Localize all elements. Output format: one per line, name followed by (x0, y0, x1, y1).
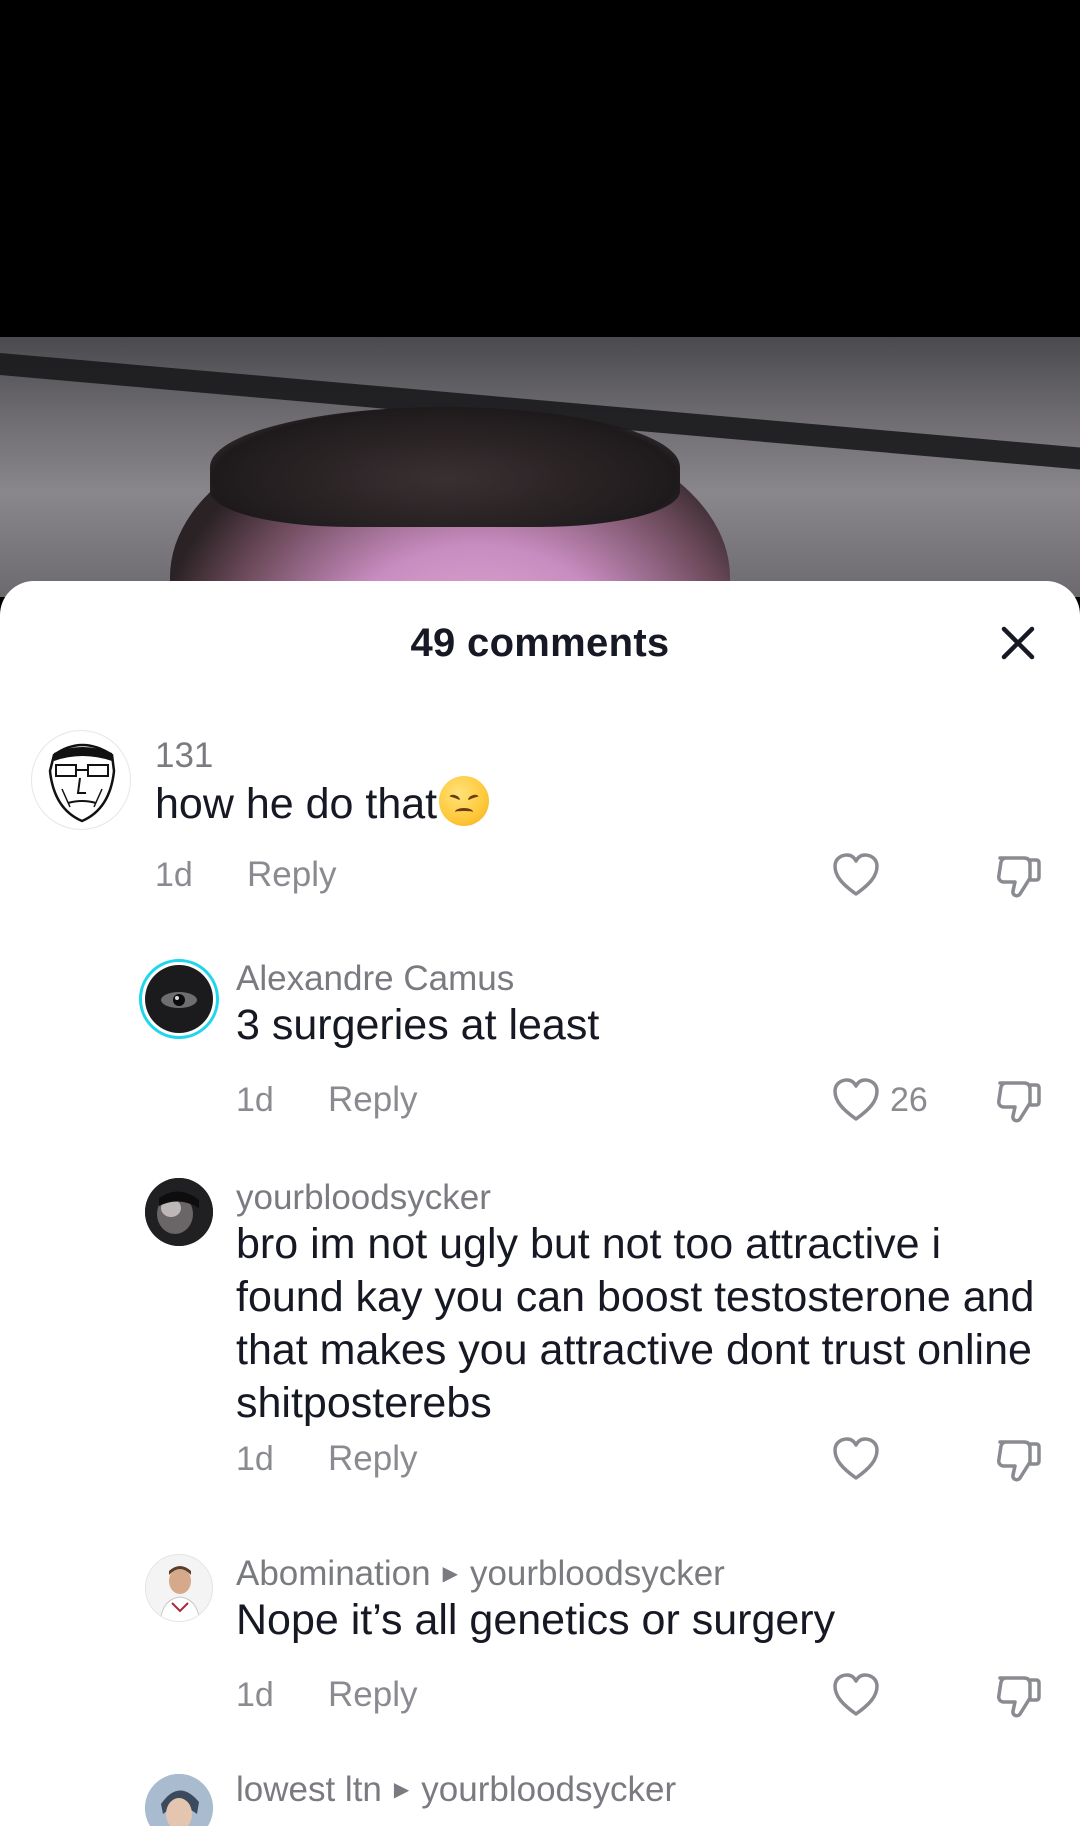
author-name[interactable]: Abomination (236, 1554, 431, 1593)
comment-text: how he do that (155, 776, 1015, 831)
dislike-button[interactable] (994, 1077, 1042, 1130)
sketch-face-avatar-image (48, 743, 116, 823)
reply-to-name[interactable]: yourbloodsycker (470, 1554, 725, 1593)
dislike-button[interactable] (994, 852, 1042, 905)
comment-text: Nope it’s all genetics or surgery (236, 1596, 836, 1644)
comment-text: bro im not ugly but not too attractive i… (236, 1220, 1035, 1427)
like-button[interactable] (832, 1436, 880, 1482)
avatar[interactable] (145, 1178, 213, 1246)
dislike-button[interactable] (994, 1672, 1042, 1725)
comment-item: 131 how he do that 1d Reply (0, 726, 1080, 898)
video-subject-hair (210, 407, 680, 527)
athlete-avatar-image (146, 1555, 212, 1621)
disappointed-face-emoji (439, 776, 490, 826)
dislike-button[interactable] (994, 1436, 1042, 1489)
heart-outline-icon (833, 1078, 879, 1121)
comment-text: 3 surgeries at least (236, 1001, 600, 1049)
person-avatar-image (145, 1774, 213, 1826)
thumb-down-outline-icon (997, 1676, 1041, 1718)
caret-right-icon: ▶ (442, 1563, 458, 1585)
close-button[interactable] (992, 617, 1044, 669)
author-name[interactable]: lowest ltn (236, 1770, 382, 1809)
heart-outline-icon (833, 1673, 879, 1716)
heart-outline-icon (833, 1437, 879, 1480)
comment-time: 1d (236, 1081, 274, 1119)
comment-username[interactable]: yourbloodsycker (236, 1178, 491, 1218)
comment-username: Abomination ▶ yourbloodsycker (236, 1554, 725, 1594)
comment-time: 1d (236, 1440, 274, 1478)
caret-right-icon: ▶ (393, 1779, 410, 1801)
close-icon (1001, 626, 1035, 660)
avatar[interactable] (145, 1554, 213, 1622)
video-frame[interactable] (0, 337, 1080, 597)
like-button[interactable] (832, 852, 880, 898)
reply-comment-item: Abomination ▶ yourbloodsycker Nope it’s al… (0, 1554, 1080, 1724)
dark-photo-avatar-image (145, 1178, 213, 1246)
dark-eye-avatar-image (145, 965, 213, 1033)
like-count: 26 (890, 1080, 928, 1119)
reply-button[interactable]: Reply (328, 1439, 417, 1479)
comment-username: lowest ltn ▶ yourbloodsycker (236, 1770, 676, 1810)
avatar[interactable] (139, 959, 219, 1039)
reply-button[interactable]: Reply (247, 855, 336, 895)
comment-time: 1d (236, 1676, 274, 1714)
avatar[interactable] (145, 1774, 213, 1826)
reply-to-name[interactable]: yourbloodsycker (421, 1770, 676, 1809)
heart-outline-icon (833, 853, 879, 896)
comments-sheet: 49 comments 131 how he do that 1d Reply (0, 581, 1080, 1826)
video-black-area (0, 0, 1080, 337)
thumb-down-outline-icon (997, 1081, 1041, 1123)
avatar[interactable] (31, 730, 131, 830)
comment-time: 1d (155, 856, 193, 894)
comments-count-title: 49 comments (410, 621, 670, 665)
reply-button[interactable]: Reply (328, 1080, 417, 1120)
comment-username[interactable]: Alexandre Camus (236, 959, 514, 999)
thumb-down-outline-icon (997, 856, 1041, 898)
reply-comment-item: lowest ltn ▶ yourbloodsycker (0, 1770, 1080, 1826)
reply-comment-item: yourbloodsycker bro im not ugly but not … (0, 1178, 1080, 1508)
like-button[interactable]: 26 (832, 1077, 928, 1123)
comment-username[interactable]: 131 (155, 736, 213, 776)
like-button[interactable] (832, 1672, 880, 1718)
reply-button[interactable]: Reply (328, 1675, 417, 1715)
reply-comment-item: Alexandre Camus 3 surgeries at least 1d … (0, 959, 1080, 1129)
thumb-down-outline-icon (997, 1440, 1041, 1482)
